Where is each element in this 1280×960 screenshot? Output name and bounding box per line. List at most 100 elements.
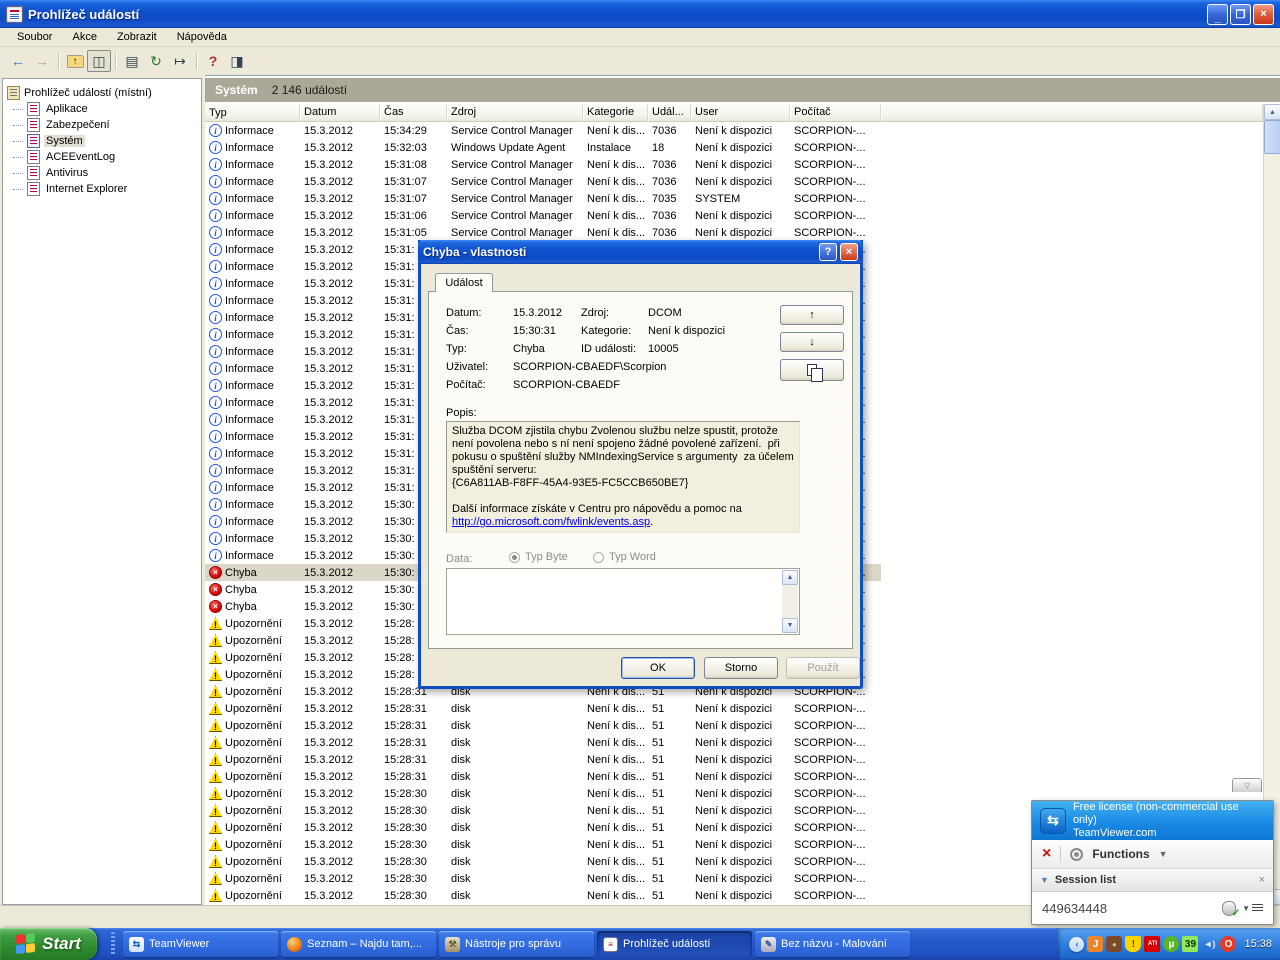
table-row[interactable]: i Informace 15.3.2012 15:31:07 Service Contr… [205,190,881,207]
table-row[interactable]: ! Upozornění 15.3.2012 15:28:31 disk Není k d… [205,734,881,751]
java-icon[interactable]: J [1087,936,1104,952]
data-textarea[interactable]: ▲ ▼ [446,568,800,635]
list-scrollbar[interactable]: ▲ ▼ [1263,104,1280,905]
column-header-zdroj[interactable]: Zdroj [447,104,583,121]
start-button[interactable]: Start [0,928,97,960]
table-row[interactable]: ! Upozornění 15.3.2012 15:28:30 disk Není k d… [205,819,881,836]
column-header-kategorie[interactable]: Kategorie [583,104,648,121]
table-row[interactable]: i Informace 15.3.2012 15:31:08 Service Contr… [205,156,881,173]
refresh-icon[interactable]: ↻ [144,50,168,72]
session-menu-icon[interactable]: ▼ [1242,903,1263,913]
table-row[interactable]: i Informace 15.3.2012 15:32:03 Windows Updat… [205,139,881,156]
next-event-button[interactable]: ↓ [780,332,844,352]
session-row[interactable]: 449634448 ▼ [1032,892,1273,924]
functions-dropdown-icon[interactable]: ▼ [1159,849,1168,859]
task-nastroje[interactable]: ⚒ Nástroje pro správu [439,931,594,957]
table-row[interactable]: i Informace 15.3.2012 15:34:29 Service Contr… [205,122,881,139]
close-button[interactable]: × [1253,3,1274,25]
table-row[interactable]: ! Upozornění 15.3.2012 15:28:30 disk Není k d… [205,785,881,802]
app-brown-icon[interactable]: ● [1106,936,1123,952]
forward-icon[interactable]: → [30,50,54,72]
opera-icon[interactable]: O [1220,936,1237,952]
table-row[interactable]: i Informace 15.3.2012 15:31:06 Service Contr… [205,207,881,224]
sidebar-item-zabezpečení[interactable]: Zabezpečení [13,117,201,133]
restore-button[interactable]: ❐ [1230,3,1251,25]
up-folder-icon[interactable]: ↑ [63,50,87,72]
help-icon[interactable]: ? [201,50,225,72]
storno-button[interactable]: Storno [704,657,778,679]
table-row[interactable]: ! Upozornění 15.3.2012 15:28:31 disk Není k d… [205,700,881,717]
data-scroll-down-icon[interactable]: ▼ [782,618,798,633]
table-row[interactable]: i Informace 15.3.2012 15:31:07 Service Contr… [205,173,881,190]
sidebar-item-internet-explorer[interactable]: Internet Explorer [13,181,201,197]
security-shield-icon[interactable]: ! [1125,936,1142,952]
properties-icon[interactable]: ▤ [120,50,144,72]
dialog-help-icon[interactable]: ? [819,243,837,261]
teamviewer-minimize-tab[interactable]: ▽ [1232,778,1262,792]
radio-typ-word[interactable]: Typ Word [593,551,656,563]
events-link[interactable]: http://go.microsoft.com/fwlink/events.as… [452,516,650,528]
task-seznam[interactable]: Seznam – Najdu tam,... [281,931,436,957]
previous-event-button[interactable]: ↑ [780,305,844,325]
back-icon[interactable]: ← [6,50,30,72]
sidebar-item-aceeventlog[interactable]: ACEEventLog [13,149,201,165]
show-panel-icon[interactable]: ◨ [225,50,249,72]
task-malovani[interactable]: ✎ Bez názvu - Malování [755,931,910,957]
toolbar: ← → ↑ ◫ ▤ ↻ ↦? ◨ [0,47,1280,75]
radio-typ-byte[interactable]: Typ Byte [509,551,568,563]
session-list-header[interactable]: ▼ Session list × [1032,869,1273,892]
column-header-as[interactable]: Čas [380,104,447,121]
column-header-user[interactable]: User [691,104,790,121]
tree-root[interactable]: Prohlížeč událostí (místní) [3,85,201,101]
pouzit-button[interactable]: Použít [786,657,860,679]
table-row[interactable]: ! Upozornění 15.3.2012 15:28:31 disk Není k d… [205,751,881,768]
scroll-up-icon[interactable]: ▲ [1264,104,1280,120]
task-teamviewer[interactable]: ⇆ TeamViewer [123,931,278,957]
table-row[interactable]: ! Upozornění 15.3.2012 15:28:31 disk Není k d… [205,768,881,785]
data-scroll-up-icon[interactable]: ▲ [782,570,798,585]
menu-nápověda[interactable]: Nápověda [168,29,236,45]
table-row[interactable]: ! Upozornění 15.3.2012 15:28:30 disk Není k d… [205,836,881,853]
data-scrollbar[interactable]: ▲ ▼ [782,570,798,633]
copy-button[interactable] [780,359,844,382]
sidebar-item-antivirus[interactable]: Antivirus [13,165,201,181]
info-icon: i [209,515,222,528]
volume-icon[interactable]: ◄) [1201,936,1217,952]
end-session-icon[interactable]: × [1042,845,1051,863]
tab-udalost[interactable]: Událost [435,273,493,292]
column-header-udl[interactable]: Udál... [648,104,691,121]
session-list-close-icon[interactable]: × [1259,874,1265,886]
ok-button[interactable]: OK [621,657,695,679]
menu-zobrazit[interactable]: Zobrazit [108,29,166,45]
export-list-icon[interactable]: ↦ [168,50,192,72]
table-row[interactable]: ! Upozornění 15.3.2012 15:28:31 disk Není k d… [205,717,881,734]
minimize-button[interactable]: _ [1207,3,1228,25]
show-tree-icon[interactable]: ◫ [87,50,111,72]
dialog-titlebar[interactable]: Chyba - vlastnosti ? × [418,240,863,264]
menu-soubor[interactable]: Soubor [8,29,61,45]
column-header-typ[interactable]: Typ [205,104,300,121]
column-header-pota[interactable]: Počítač [790,104,881,121]
menu-akce[interactable]: Akce [63,29,105,45]
functions-menu[interactable]: Functions [1092,847,1149,861]
description-box[interactable]: Služba DCOM zjistila chybu Zvolenou služ… [446,421,800,533]
tray-collapse-chevron-icon[interactable]: ‹ [1069,936,1085,952]
window-titlebar[interactable]: Prohlížeč událostí _ ❐ × [0,0,1280,28]
table-row[interactable]: ! Upozornění 15.3.2012 15:28:30 disk Není k d… [205,853,881,870]
ati-icon[interactable]: ATI [1144,936,1161,952]
scroll-thumb[interactable] [1264,120,1280,154]
count-badge[interactable]: 39 [1182,936,1199,952]
dialog-close-icon[interactable]: × [840,243,858,261]
remote-control-icon[interactable] [1222,900,1240,919]
column-header-datum[interactable]: Datum [300,104,380,121]
table-row[interactable]: ! Upozornění 15.3.2012 15:28:30 disk Není k d… [205,870,881,887]
sidebar-item-aplikace[interactable]: Aplikace [13,101,201,117]
sidebar-item-systém[interactable]: Systém [13,133,201,149]
task-event-viewer[interactable]: ≡ Prohlížeč událostí [597,931,752,957]
table-row[interactable]: ! Upozornění 15.3.2012 15:28:30 disk Není k d… [205,802,881,819]
table-row[interactable]: i Informace 15.3.2012 15:31:05 Service Contr… [205,224,881,241]
utorrent-icon[interactable]: µ [1163,936,1180,952]
collapse-icon[interactable]: ▼ [1040,875,1049,885]
taskbar-drag-handle[interactable] [111,932,115,956]
table-row[interactable]: ! Upozornění 15.3.2012 15:28:30 disk Není k d… [205,887,881,904]
